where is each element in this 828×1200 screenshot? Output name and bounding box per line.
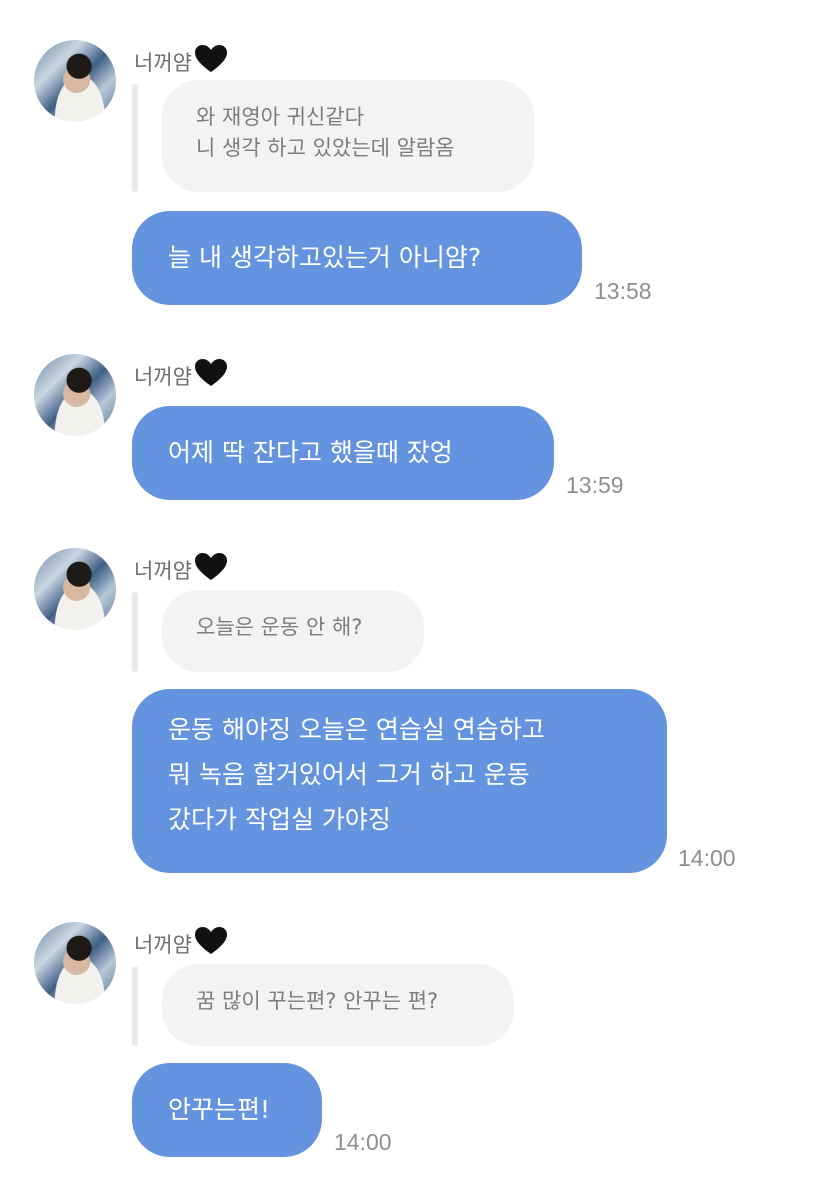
quoted-message[interactable]: 꿈 많이 꾸는편? 안꾸는 편? xyxy=(162,964,514,1046)
message-bubble[interactable]: 안꾸는편! xyxy=(132,1063,322,1157)
avatar[interactable] xyxy=(34,922,116,1004)
black-heart-icon xyxy=(194,927,227,954)
sender-name: 너꺼얌 xyxy=(134,926,228,957)
sender-name-text: 너꺼얌 xyxy=(134,933,192,957)
quoted-line: 꿈 많이 꾸는편? 안꾸는 편? xyxy=(196,989,439,1013)
reply-indicator-bar xyxy=(132,966,138,1046)
message-timestamp: 14:00 xyxy=(334,1129,392,1155)
message-group-4: 너꺼얌 꿈 많이 꾸는편? 안꾸는 편? 안꾸는편! 14:00 xyxy=(0,0,828,1200)
message-line: 안꾸는편! xyxy=(168,1095,271,1124)
